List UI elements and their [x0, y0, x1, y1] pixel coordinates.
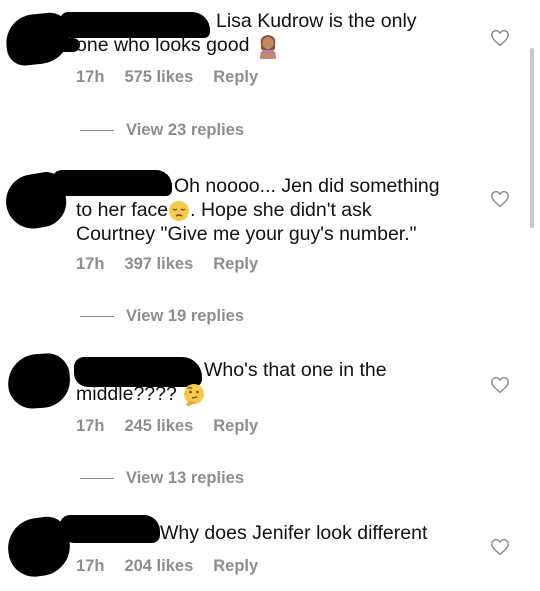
comment-timestamp: 17h — [76, 255, 105, 273]
view-replies-button[interactable]: View 23 replies — [80, 121, 244, 140]
likes-count[interactable]: 245 likes — [124, 417, 193, 436]
divider-line — [80, 478, 114, 480]
reply-button[interactable]: Reply — [213, 255, 258, 274]
comment-text-line: one who looks good — [76, 33, 476, 59]
comment-meta: 17h 575 likes Reply — [76, 68, 278, 87]
comment-text-line: to her face . Hope she didn't ask — [76, 198, 476, 222]
view-replies-label: View 23 replies — [126, 121, 245, 139]
pensive-face-emoji — [169, 200, 190, 221]
comment-timestamp: 17h — [76, 557, 105, 575]
view-replies-label: View 19 replies — [126, 307, 245, 325]
divider-line — [80, 316, 114, 318]
redacted-avatar-3 — [6, 351, 72, 411]
likes-count[interactable]: 204 likes — [124, 557, 193, 576]
comment-text-segment: middle???? — [76, 383, 177, 405]
comment-text-segment: one who looks good — [76, 34, 250, 57]
redacted-username-1b — [40, 38, 80, 52]
comment-text-line: Oh noooo... Jen did something — [174, 175, 440, 197]
comment-meta: 17h 397 likes Reply — [76, 255, 278, 274]
heart-outline-icon[interactable] — [490, 29, 510, 47]
divider-line — [80, 130, 114, 132]
comment-text: Oh noooo... Jen did something to her fac… — [76, 174, 476, 246]
comment-text-segment: . Hope she didn't ask — [190, 199, 372, 221]
comment-text: Lisa Kudrow is the only one who looks go… — [76, 9, 476, 59]
comment-timestamp: 17h — [76, 68, 105, 86]
comment-text-line: Why does Jenifer look different — [160, 522, 428, 544]
view-replies-label: View 13 replies — [126, 469, 245, 487]
heart-outline-icon[interactable] — [490, 376, 510, 394]
heart-outline-icon[interactable] — [490, 538, 510, 556]
comment-text: Why does Jenifer look different — [76, 521, 476, 545]
heart-outline-icon[interactable] — [490, 190, 510, 208]
comment-text-line: Courtney "Give me your guy's number." — [76, 223, 417, 245]
scrollbar[interactable] — [530, 48, 534, 228]
likes-count[interactable]: 575 likes — [124, 68, 193, 87]
person-gesturing-no-emoji — [259, 35, 276, 59]
likes-count[interactable]: 397 likes — [124, 255, 193, 274]
comment-meta: 17h 204 likes Reply — [76, 557, 278, 576]
comment-text-line: Lisa Kudrow is the only — [216, 10, 417, 32]
comment-text-segment: to her face — [76, 199, 169, 221]
comment-text-line: middle???? — [76, 382, 476, 407]
view-replies-button[interactable]: View 13 replies — [80, 469, 244, 488]
view-replies-button[interactable]: View 19 replies — [80, 307, 244, 326]
reply-button[interactable]: Reply — [213, 417, 258, 436]
comment-text: Who's that one in the middle???? — [76, 358, 476, 407]
thinking-face-emoji — [184, 383, 205, 406]
reply-button[interactable]: Reply — [213, 557, 258, 576]
reply-button[interactable]: Reply — [213, 68, 258, 87]
comment-text-line: Who's that one in the — [204, 359, 387, 381]
comment-timestamp: 17h — [76, 417, 105, 435]
comment-meta: 17h 245 likes Reply — [76, 417, 278, 436]
